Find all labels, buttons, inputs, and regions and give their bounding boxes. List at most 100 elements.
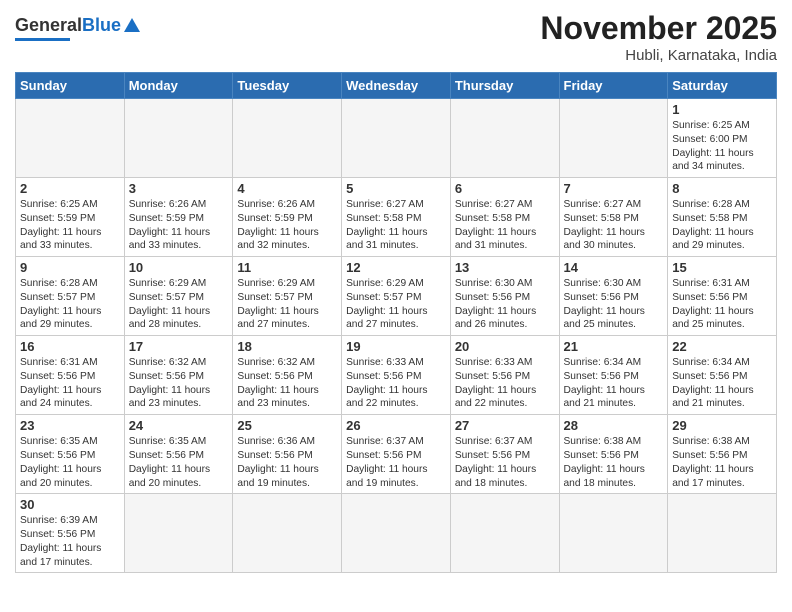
table-row bbox=[233, 494, 342, 573]
table-row: 14Sunrise: 6:30 AMSunset: 5:56 PMDayligh… bbox=[559, 257, 668, 336]
logo-blue: Blue bbox=[82, 15, 121, 36]
day-number: 25 bbox=[237, 418, 337, 433]
day-info: Sunrise: 6:38 AMSunset: 5:56 PMDaylight:… bbox=[672, 435, 772, 490]
table-row: 26Sunrise: 6:37 AMSunset: 5:56 PMDayligh… bbox=[342, 415, 451, 494]
table-row bbox=[559, 494, 668, 573]
day-number: 5 bbox=[346, 181, 446, 196]
day-info: Sunrise: 6:34 AMSunset: 5:56 PMDaylight:… bbox=[564, 356, 664, 411]
day-info: Sunrise: 6:30 AMSunset: 5:56 PMDaylight:… bbox=[455, 277, 555, 332]
day-number: 8 bbox=[672, 181, 772, 196]
calendar-day-header: Tuesday bbox=[233, 73, 342, 99]
table-row: 16 Sunrise: 6:31 AMSunset: 5:56 PMDayligh… bbox=[16, 336, 125, 415]
day-info: Sunrise: 6:32 AMSunset: 5:56 PMDaylight:… bbox=[129, 356, 229, 411]
calendar-header-row: SundayMondayTuesdayWednesdayThursdayFrid… bbox=[16, 73, 777, 99]
day-number: 17 bbox=[129, 339, 229, 354]
table-row: 2Sunrise: 6:25 AMSunset: 5:59 PMDaylight… bbox=[16, 178, 125, 257]
day-info: Sunrise: 6:34 AMSunset: 5:56 PMDaylight:… bbox=[672, 356, 772, 411]
day-info: Sunrise: 6:29 AMSunset: 5:57 PMDaylight:… bbox=[237, 277, 337, 332]
calendar-day-header: Saturday bbox=[668, 73, 777, 99]
table-row: 21 Sunrise: 6:34 AMSunset: 5:56 PMDayligh… bbox=[559, 336, 668, 415]
table-row: 20 Sunrise: 6:33 AMSunset: 5:56 PMDayligh… bbox=[450, 336, 559, 415]
table-row: 17 Sunrise: 6:32 AMSunset: 5:56 PMDayligh… bbox=[124, 336, 233, 415]
day-number: 23 bbox=[20, 418, 120, 433]
table-row bbox=[668, 494, 777, 573]
day-number: 7 bbox=[564, 181, 664, 196]
calendar-day-header: Thursday bbox=[450, 73, 559, 99]
day-info: Sunrise: 6:31 AMSunset: 5:56 PMDaylight:… bbox=[20, 356, 120, 411]
day-info: Sunrise: 6:26 AMSunset: 5:59 PMDaylight:… bbox=[129, 198, 229, 253]
table-row: 4Sunrise: 6:26 AMSunset: 5:59 PMDaylight… bbox=[233, 178, 342, 257]
day-number: 12 bbox=[346, 260, 446, 275]
calendar-day-header: Monday bbox=[124, 73, 233, 99]
table-row: 8Sunrise: 6:28 AMSunset: 5:58 PMDaylight… bbox=[668, 178, 777, 257]
day-number: 4 bbox=[237, 181, 337, 196]
table-row bbox=[342, 99, 451, 178]
logo: General Blue bbox=[15, 10, 140, 41]
table-row: 5Sunrise: 6:27 AMSunset: 5:58 PMDaylight… bbox=[342, 178, 451, 257]
day-number: 3 bbox=[129, 181, 229, 196]
table-row: 13Sunrise: 6:30 AMSunset: 5:56 PMDayligh… bbox=[450, 257, 559, 336]
table-row: 11 Sunrise: 6:29 AMSunset: 5:57 PMDayligh… bbox=[233, 257, 342, 336]
table-row: 12 Sunrise: 6:29 AMSunset: 5:57 PMDayligh… bbox=[342, 257, 451, 336]
table-row: 28 Sunrise: 6:38 AMSunset: 5:56 PMDayligh… bbox=[559, 415, 668, 494]
day-info: Sunrise: 6:35 AMSunset: 5:56 PMDaylight:… bbox=[129, 435, 229, 490]
day-number: 20 bbox=[455, 339, 555, 354]
logo-text: General Blue bbox=[15, 15, 140, 36]
day-info: Sunrise: 6:28 AMSunset: 5:57 PMDaylight:… bbox=[20, 277, 120, 332]
table-row: 18 Sunrise: 6:32 AMSunset: 5:56 PMDayligh… bbox=[233, 336, 342, 415]
day-number: 11 bbox=[237, 260, 337, 275]
day-number: 28 bbox=[564, 418, 664, 433]
logo-general: General bbox=[15, 15, 82, 36]
day-info: Sunrise: 6:33 AMSunset: 5:56 PMDaylight:… bbox=[455, 356, 555, 411]
table-row: 9Sunrise: 6:28 AMSunset: 5:57 PMDaylight… bbox=[16, 257, 125, 336]
table-row: 25 Sunrise: 6:36 AMSunset: 5:56 PMDayligh… bbox=[233, 415, 342, 494]
title-block: November 2025 Hubli, Karnataka, India bbox=[540, 10, 777, 64]
day-number: 15 bbox=[672, 260, 772, 275]
table-row: 24 Sunrise: 6:35 AMSunset: 5:56 PMDayligh… bbox=[124, 415, 233, 494]
calendar-week-row: 30Sunrise: 6:39 AMSunset: 5:56 PMDayligh… bbox=[16, 494, 777, 573]
logo-line bbox=[15, 38, 70, 41]
table-row bbox=[16, 99, 125, 178]
day-info: Sunrise: 6:38 AMSunset: 5:56 PMDaylight:… bbox=[564, 435, 664, 490]
day-info: Sunrise: 6:29 AMSunset: 5:57 PMDaylight:… bbox=[129, 277, 229, 332]
month-title: November 2025 bbox=[540, 10, 777, 47]
day-info: Sunrise: 6:27 AMSunset: 5:58 PMDaylight:… bbox=[564, 198, 664, 253]
day-info: Sunrise: 6:31 AMSunset: 5:56 PMDaylight:… bbox=[672, 277, 772, 332]
calendar-day-header: Sunday bbox=[16, 73, 125, 99]
table-row bbox=[450, 494, 559, 573]
calendar-week-row: 1 Sunrise: 6:25 AMSunset: 6:00 PMDaylight… bbox=[16, 99, 777, 178]
table-row bbox=[124, 99, 233, 178]
day-number: 24 bbox=[129, 418, 229, 433]
day-number: 18 bbox=[237, 339, 337, 354]
calendar-week-row: 23 Sunrise: 6:35 AMSunset: 5:56 PMDayligh… bbox=[16, 415, 777, 494]
table-row bbox=[124, 494, 233, 573]
day-info: Sunrise: 6:25 AMSunset: 6:00 PMDaylight:… bbox=[672, 119, 772, 174]
day-info: Sunrise: 6:37 AMSunset: 5:56 PMDaylight:… bbox=[455, 435, 555, 490]
day-number: 19 bbox=[346, 339, 446, 354]
page: General Blue November 2025 Hubli, Karnat… bbox=[0, 0, 792, 588]
day-number: 29 bbox=[672, 418, 772, 433]
day-info: Sunrise: 6:33 AMSunset: 5:56 PMDaylight:… bbox=[346, 356, 446, 411]
table-row: 10Sunrise: 6:29 AMSunset: 5:57 PMDayligh… bbox=[124, 257, 233, 336]
calendar-week-row: 9Sunrise: 6:28 AMSunset: 5:57 PMDaylight… bbox=[16, 257, 777, 336]
table-row: 6Sunrise: 6:27 AMSunset: 5:58 PMDaylight… bbox=[450, 178, 559, 257]
day-number: 22 bbox=[672, 339, 772, 354]
calendar-day-header: Wednesday bbox=[342, 73, 451, 99]
day-info: Sunrise: 6:32 AMSunset: 5:56 PMDaylight:… bbox=[237, 356, 337, 411]
table-row: 23Sunrise: 6:35 AMSunset: 5:56 PMDayligh… bbox=[16, 415, 125, 494]
table-row bbox=[342, 494, 451, 573]
day-number: 16 bbox=[20, 339, 120, 354]
day-info: Sunrise: 6:29 AMSunset: 5:57 PMDaylight:… bbox=[346, 277, 446, 332]
day-number: 1 bbox=[672, 102, 772, 117]
table-row: 27Sunrise: 6:37 AMSunset: 5:56 PMDayligh… bbox=[450, 415, 559, 494]
table-row bbox=[559, 99, 668, 178]
day-info: Sunrise: 6:36 AMSunset: 5:56 PMDaylight:… bbox=[237, 435, 337, 490]
day-number: 21 bbox=[564, 339, 664, 354]
table-row: 3 Sunrise: 6:26 AMSunset: 5:59 PMDaylight… bbox=[124, 178, 233, 257]
table-row: 29 Sunrise: 6:38 AMSunset: 5:56 PMDayligh… bbox=[668, 415, 777, 494]
table-row: 19 Sunrise: 6:33 AMSunset: 5:56 PMDayligh… bbox=[342, 336, 451, 415]
table-row: 30Sunrise: 6:39 AMSunset: 5:56 PMDayligh… bbox=[16, 494, 125, 573]
day-info: Sunrise: 6:30 AMSunset: 5:56 PMDaylight:… bbox=[564, 277, 664, 332]
calendar-week-row: 16 Sunrise: 6:31 AMSunset: 5:56 PMDayligh… bbox=[16, 336, 777, 415]
calendar-week-row: 2Sunrise: 6:25 AMSunset: 5:59 PMDaylight… bbox=[16, 178, 777, 257]
